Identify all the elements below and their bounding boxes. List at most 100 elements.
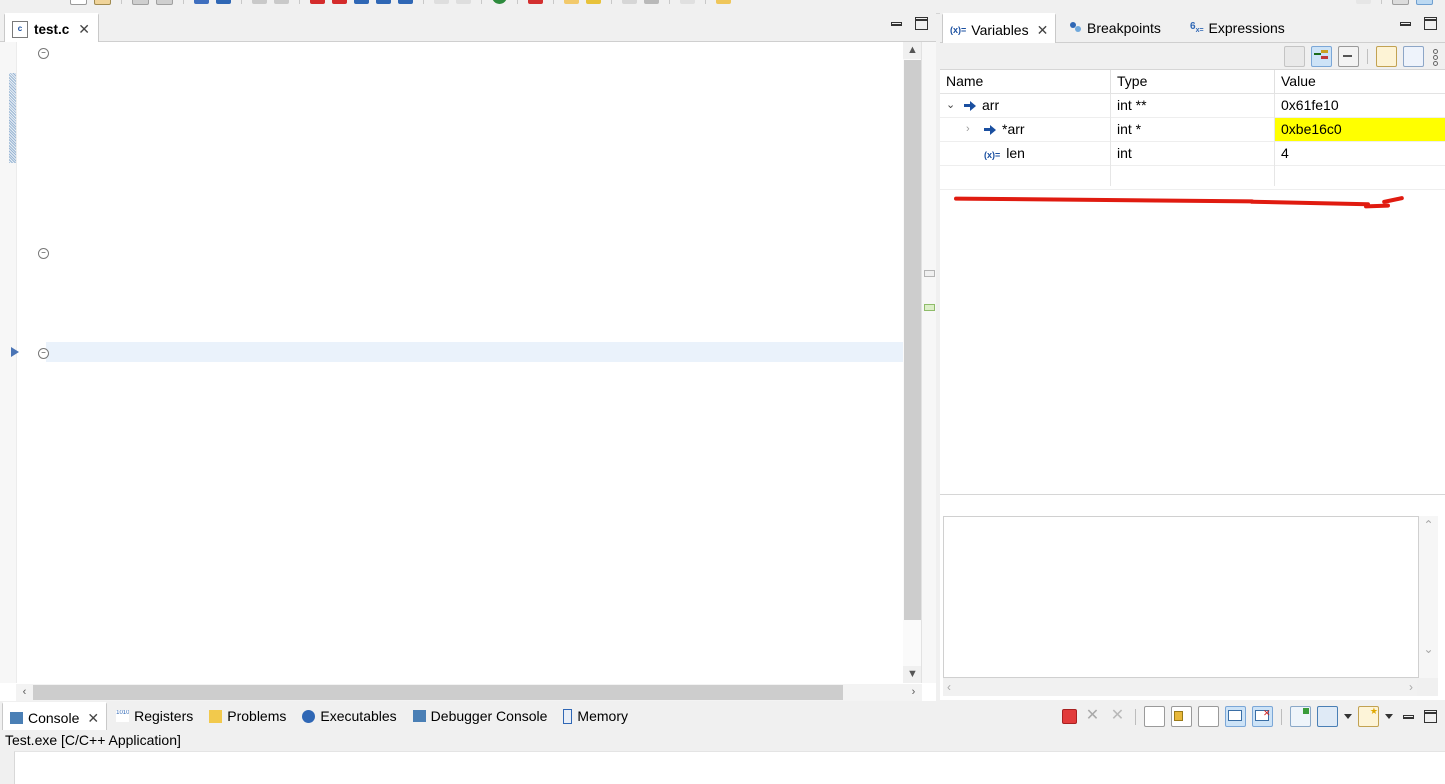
toolbar-icon-build[interactable] xyxy=(132,0,149,5)
toolbar-icon-step-return[interactable] xyxy=(398,0,413,4)
minimize-icon[interactable] xyxy=(1403,715,1414,719)
code-line[interactable]: //system("pause"); xyxy=(48,582,228,602)
toolbar-icon-perspective-cpp[interactable] xyxy=(1416,0,1433,5)
variables-table[interactable]: Name Type Value ⌄ arr int ** 0x61fe10 › *arr i… xyxy=(940,70,1445,495)
code-line[interactable]: { xyxy=(48,262,56,282)
fold-marker-line-11[interactable]: − xyxy=(38,248,49,259)
pin-console-icon[interactable] xyxy=(1290,706,1311,727)
code-line[interactable]: for(int i = 0; i < len; i++) xyxy=(48,502,310,522)
collapse-icon[interactable] xyxy=(1338,46,1359,67)
toolbar-icon-step-into[interactable] xyxy=(274,0,289,4)
terminate-icon[interactable] xyxy=(1062,709,1077,724)
tab-executables[interactable]: Executables xyxy=(295,702,403,730)
view-menu-icon[interactable] xyxy=(1430,47,1439,66)
toolbar-icon-save[interactable] xyxy=(94,0,111,5)
fold-marker-line-1[interactable]: − xyxy=(38,48,49,59)
editor-vertical-scrollbar[interactable]: ▲ ▼ xyxy=(903,42,922,683)
code-line[interactable]: ArrayAlloc(&parr,len); xyxy=(48,422,261,442)
scroll-up-arrow-icon[interactable]: ⌃ xyxy=(1419,518,1438,532)
variable-value-cell[interactable]: 4 xyxy=(1275,142,1445,165)
new-watch-expression-icon[interactable] xyxy=(1403,46,1424,67)
editor-tab-test-c[interactable]: c test.c ✕ xyxy=(4,13,100,43)
variable-type-cell[interactable]: int ** xyxy=(1111,94,1280,117)
minimize-icon[interactable] xyxy=(1400,22,1411,26)
annotation-gutter[interactable] xyxy=(0,42,17,683)
collapse-all-icon[interactable] xyxy=(1284,46,1305,67)
toolbar-icon-ruler[interactable] xyxy=(680,0,695,4)
toolbar-icon-back[interactable] xyxy=(622,0,637,4)
code-line[interactable]: } xyxy=(48,622,56,642)
variable-name-cell[interactable]: *arr xyxy=(978,118,1116,141)
tab-breakpoints[interactable]: Breakpoints xyxy=(1063,13,1168,42)
maximize-icon[interactable] xyxy=(915,17,928,30)
variable-type-cell[interactable]: int * xyxy=(1111,118,1280,141)
word-wrap-icon[interactable] xyxy=(1198,706,1219,727)
toolbar-icon-perspective-chevron[interactable] xyxy=(1356,0,1371,4)
display-selected-console-icon[interactable] xyxy=(1317,706,1338,727)
detail-vertical-scrollbar[interactable]: ⌃ ⌄ xyxy=(1419,516,1438,678)
scroll-down-arrow-icon[interactable]: ▼ xyxy=(903,666,922,683)
detail-horizontal-scrollbar[interactable]: ‹ › xyxy=(943,679,1417,696)
code-line[interactable]: return 0; xyxy=(48,602,154,622)
maximize-icon[interactable] xyxy=(1424,17,1437,30)
toolbar-icon-terminate[interactable] xyxy=(310,0,325,4)
toolbar-icon-open-type[interactable] xyxy=(456,0,471,4)
code-line[interactable]: if(NULL == (*arr = (int*)malloc(len * si… xyxy=(48,282,506,302)
code-line[interactable]: int *parr = NULL; xyxy=(48,382,220,402)
overview-marker-annotation[interactable] xyxy=(924,270,935,277)
column-header-name[interactable]: Name xyxy=(940,70,1116,93)
code-line[interactable]: * Created on: 2022年11月21日 xyxy=(48,102,285,122)
overview-marker-occurrence[interactable] xyxy=(924,304,935,311)
toolbar-icon-step-over[interactable] xyxy=(252,0,267,4)
scroll-left-arrow-icon[interactable]: ‹ xyxy=(947,679,951,696)
code-line[interactable]: /* xyxy=(48,42,64,62)
variable-value-cell[interactable]: 0x61fe10 xyxy=(1275,94,1445,117)
code-line[interactable]: * test.c xyxy=(48,62,122,82)
code-line[interactable]: //所以用指针创建数组后,如果要获取整个数组的大小,应该用len * sizeo… xyxy=(48,462,704,482)
new-detail-pane-icon[interactable] xyxy=(1376,46,1397,67)
main-toolbar[interactable] xyxy=(0,0,1445,14)
toolbar-icon-search[interactable] xyxy=(434,0,449,4)
toolbar-icon-clean[interactable] xyxy=(156,0,173,5)
code-line[interactable]: memset(parr,0,len * sizeof(int)); xyxy=(48,482,351,502)
scroll-right-arrow-icon[interactable]: › xyxy=(905,684,922,701)
toolbar-icon-new-project[interactable] xyxy=(492,0,507,4)
code-line[interactable]: printf("%d ",parr[i]); xyxy=(48,522,294,542)
variable-type-cell[interactable]: int xyxy=(1111,142,1280,165)
toolbar-icon-forward[interactable] xyxy=(644,0,659,4)
variable-detail-pane[interactable]: ⌃ ⌄ ‹ › xyxy=(943,516,1438,696)
column-header-type[interactable]: Type xyxy=(1111,70,1280,93)
code-area[interactable]: − − − 1/* 2 * test.c 3 * 4 * Created on: 20… xyxy=(0,42,936,701)
editor-overview-ruler[interactable] xyxy=(921,42,936,683)
code-line[interactable]: * Author: jason xyxy=(48,122,220,142)
table-row[interactable]: (x)= len int 4 xyxy=(940,142,1445,166)
tab-console[interactable]: Console ✕ xyxy=(2,702,108,733)
toolbar-icon-suspend[interactable] xyxy=(376,0,391,4)
scroll-right-arrow-icon[interactable]: › xyxy=(1409,679,1413,696)
table-row[interactable]: › *arr int * 0xbe16c0 xyxy=(940,118,1445,142)
tab-registers[interactable]: 1010 Registers xyxy=(109,702,200,730)
variable-name-cell[interactable]: arr xyxy=(958,94,1116,117)
toolbar-icon-new[interactable] xyxy=(70,0,87,5)
show-console-on-error-icon[interactable]: ✕ xyxy=(1252,706,1273,727)
table-row[interactable]: ⌄ arr int ** 0x61fe10 xyxy=(940,94,1445,118)
code-line[interactable]: #include <stdio.h> xyxy=(48,162,195,182)
variables-rows[interactable]: ⌄ arr int ** 0x61fe10 › *arr int * 0xbe16c0 (x)=… xyxy=(940,94,1445,190)
code-line[interactable]: printf("\n"); xyxy=(48,542,187,562)
maximize-icon[interactable] xyxy=(1424,710,1437,723)
tab-memory[interactable]: Memory xyxy=(556,702,635,730)
show-console-on-output-icon[interactable] xyxy=(1225,706,1246,727)
remove-all-terminated-icon[interactable]: ✕ xyxy=(1108,707,1127,726)
variable-value-cell[interactable]: 0xbe16c0 xyxy=(1275,118,1445,141)
code-line[interactable]: { xyxy=(48,362,56,382)
scroll-up-arrow-icon[interactable]: ▲ xyxy=(903,42,922,59)
tab-debugger-console[interactable]: Debugger Console xyxy=(406,702,555,730)
tab-problems[interactable]: Problems xyxy=(202,702,293,730)
display-selected-console-menu-icon[interactable] xyxy=(1344,714,1352,719)
editor-horizontal-scrollbar[interactable]: ‹ › xyxy=(16,684,922,701)
clear-console-icon[interactable] xyxy=(1144,706,1165,727)
console-output[interactable] xyxy=(14,751,1445,784)
editor-vscroll-thumb[interactable] xyxy=(904,60,921,620)
editor-hscroll-thumb[interactable] xyxy=(33,685,843,700)
code-line[interactable]: #include <string.h> xyxy=(48,182,204,202)
